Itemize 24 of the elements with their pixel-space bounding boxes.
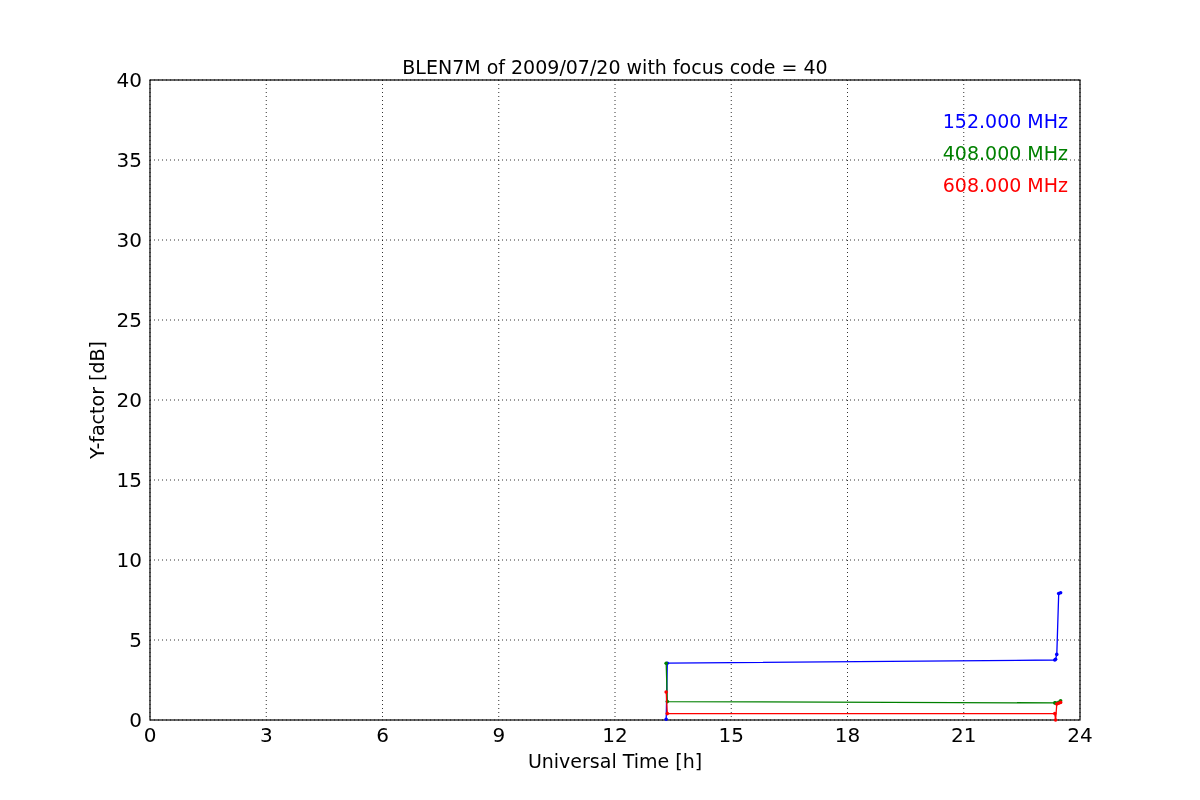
y-tick-label: 5 [129,628,142,652]
x-tick-label: 21 [951,723,977,747]
x-tick-label: 18 [834,723,861,747]
y-tick-label: 15 [116,468,142,492]
y-tick-label: 35 [116,148,142,172]
x-axis-label: Universal Time [h] [527,750,703,772]
legend-label: 152.000 MHz [942,110,1068,132]
x-tick-label: 3 [259,723,273,747]
y-tick-label: 25 [116,308,142,332]
y-tick-label: 30 [116,228,142,252]
x-tick-label: 24 [1067,723,1093,747]
x-tick-label: 0 [143,723,157,747]
x-tick-label: 12 [602,723,628,747]
x-tick-label: 6 [376,723,389,747]
y-tick-label: 10 [116,548,142,572]
y-axis-label: Y-factor [dB] [86,341,108,459]
legend-label: 608.000 MHz [942,174,1068,196]
chart-title: BLEN7M of 2009/07/20 with focus code = 40 [402,56,828,78]
y-tick-label: 0 [129,708,142,732]
y-tick-label: 40 [116,68,142,92]
x-tick-label: 9 [492,723,506,747]
legend-label: 408.000 MHz [942,142,1068,164]
x-tick-label: 15 [718,723,744,747]
y-tick-label: 20 [116,388,142,412]
